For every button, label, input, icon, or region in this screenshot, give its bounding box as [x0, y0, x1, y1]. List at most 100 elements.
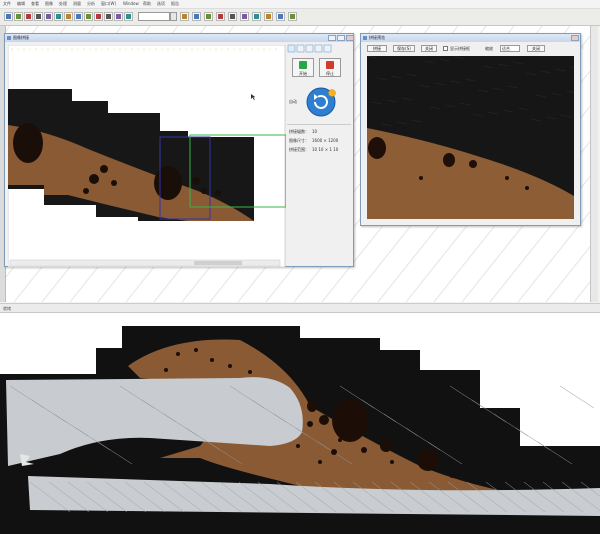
stop-stitch-button[interactable]: 停止	[319, 58, 341, 77]
stop-icon	[326, 61, 334, 69]
stitch-info-block: 拼接幅数： 10 图像尺寸： 1600 × 1200 拼接范围： 10 10 ×…	[287, 124, 351, 171]
image-size-value: 1600 × 1200	[312, 138, 339, 143]
close-icon[interactable]	[346, 35, 354, 41]
open-icon[interactable]	[14, 12, 23, 21]
zoom-out-icon[interactable]	[114, 12, 123, 21]
print-icon[interactable]	[34, 12, 43, 21]
menu-item-10[interactable]: 选项	[157, 1, 165, 7]
fit-icon[interactable]	[124, 12, 133, 21]
menu-item-0[interactable]: 文件	[3, 1, 11, 7]
preview-micrograph	[367, 56, 574, 219]
word-icon[interactable]	[276, 12, 285, 21]
menu-item-6[interactable]: 分析	[87, 1, 95, 7]
preview-zoom-select[interactable]: 适合	[500, 45, 520, 52]
preview-exit-label: 关闭	[532, 46, 540, 51]
phase-icon[interactable]	[240, 12, 249, 21]
app-icon	[363, 36, 367, 40]
report-icon[interactable]	[252, 12, 261, 21]
menu-item-2[interactable]: 查看	[31, 1, 39, 7]
phase-icon-glyph	[242, 14, 247, 19]
preview-window-titlebar[interactable]: 拼接预览	[361, 34, 580, 42]
stitched-micrograph-mosaic	[0, 326, 600, 534]
cut-icon[interactable]	[44, 12, 53, 21]
zoom-out-icon[interactable]	[305, 44, 314, 53]
excel-icon-glyph	[266, 14, 271, 19]
cut-icon-glyph	[46, 14, 51, 19]
stitch-window-title: 图像拼接	[13, 35, 29, 40]
ruler-icon[interactable]	[180, 12, 189, 21]
excel-icon[interactable]	[264, 12, 273, 21]
mosaic-pore	[390, 460, 394, 464]
stitch-window-titlebar[interactable]: 图像拼接	[5, 34, 354, 42]
preview-save-label: 保存(S)	[397, 46, 411, 51]
preview-pore	[525, 186, 529, 190]
minimize-icon[interactable]	[328, 35, 336, 41]
mosaic-pore	[164, 368, 168, 372]
image-icon-glyph	[96, 14, 101, 19]
close-icon[interactable]	[571, 35, 579, 41]
help-icon-glyph	[290, 14, 295, 19]
menu-item-7[interactable]: 窗口(W)	[101, 1, 116, 7]
menu-item-3[interactable]: 图像	[45, 1, 53, 7]
stitch-canvas-hscroll-thumb[interactable]	[194, 261, 242, 265]
auto-refresh-button[interactable]	[305, 86, 337, 118]
start-stitch-button[interactable]: 开始	[292, 58, 314, 77]
preview-stitch-button[interactable]: 拼接	[367, 45, 387, 52]
zoom-combo[interactable]	[138, 12, 170, 21]
preview-exit-button[interactable]: 关闭	[527, 45, 545, 52]
menu-item-9[interactable]: 帮助	[143, 1, 151, 7]
angle-icon[interactable]	[192, 12, 201, 21]
zoom-in-icon[interactable]	[104, 12, 113, 21]
pore	[201, 188, 207, 194]
word-icon-glyph	[278, 14, 283, 19]
preview-stitch-label: 拼接	[373, 46, 381, 51]
camera-icon-glyph	[76, 14, 81, 19]
chevron-down-icon[interactable]	[170, 12, 177, 21]
preview-pore	[469, 160, 477, 168]
camera-icon[interactable]	[74, 12, 83, 21]
auto-label: 自动	[289, 99, 297, 104]
preview-save-button[interactable]: 保存(S)	[393, 45, 415, 52]
stitch-range-value: 10 10 × 1 10	[312, 147, 339, 152]
preview-close-label: 关闭	[425, 46, 433, 51]
stitch-count-label: 拼接幅数：	[289, 129, 309, 134]
pan-tool-icon[interactable]	[323, 44, 332, 53]
app-icon	[7, 36, 11, 40]
workspace-vertical-scrollbar[interactable]	[590, 26, 598, 302]
star-badge-icon	[328, 89, 336, 97]
zoom-in-icon[interactable]	[296, 44, 305, 53]
preview-window-title: 拼接预览	[369, 35, 385, 40]
menu-item-4[interactable]: 处理	[59, 1, 67, 7]
menu-item-1[interactable]: 编辑	[17, 1, 25, 7]
preview-close-button[interactable]: 关闭	[421, 45, 437, 52]
area-icon[interactable]	[204, 12, 213, 21]
pore	[100, 165, 108, 173]
grain-icon[interactable]	[228, 12, 237, 21]
help-icon[interactable]	[288, 12, 297, 21]
stitch-control-panel: 开始 停止 自动 拼接幅数： 10 图像尺寸： 1600 × 1200 拼接范围…	[287, 44, 351, 266]
copy-icon[interactable]	[54, 12, 63, 21]
capture-icon[interactable]	[84, 12, 93, 21]
menu-item-8[interactable]: Window	[123, 1, 139, 6]
save-icon[interactable]	[24, 12, 33, 21]
new-icon[interactable]	[4, 12, 13, 21]
stitch-count-value: 10	[312, 129, 318, 134]
count-icon[interactable]	[216, 12, 225, 21]
mosaic-pore	[296, 444, 300, 448]
show-frame-checkbox[interactable]	[443, 46, 448, 51]
save-icon-glyph	[26, 14, 31, 19]
fit-view-icon[interactable]	[314, 44, 323, 53]
image-icon[interactable]	[94, 12, 103, 21]
pore	[154, 166, 182, 200]
paste-icon-glyph	[66, 14, 71, 19]
preview-pore	[368, 137, 386, 159]
image-size-label: 图像尺寸：	[289, 138, 309, 143]
menu-item-5[interactable]: 测量	[73, 1, 81, 7]
paste-icon[interactable]	[64, 12, 73, 21]
mosaic-pore	[318, 460, 322, 464]
maximize-icon[interactable]	[337, 35, 345, 41]
menu-item-11[interactable]: 报告	[171, 1, 179, 7]
select-tool-icon[interactable]	[287, 44, 296, 53]
mosaic-pore	[417, 449, 439, 471]
open-icon-glyph	[16, 14, 21, 19]
